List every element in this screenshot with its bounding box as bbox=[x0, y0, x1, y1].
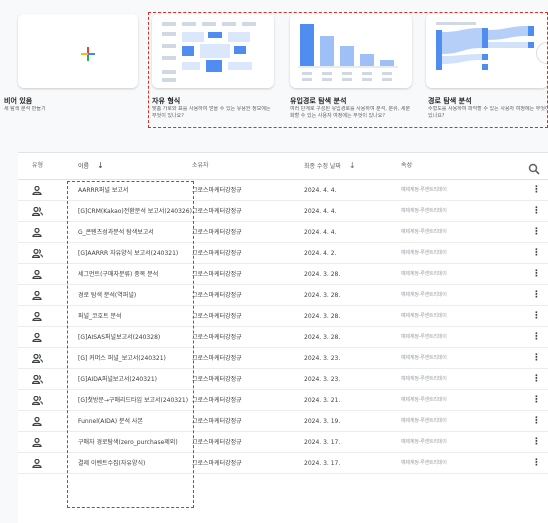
row-owner: 그로스마케터강정규 bbox=[192, 334, 242, 341]
row-date: 2024. 4. 2. bbox=[304, 250, 337, 257]
row-owner: 그로스마케터강정규 bbox=[192, 376, 242, 383]
row-property: 예제계정-루센트리데이 bbox=[401, 355, 447, 361]
person-icon bbox=[32, 438, 42, 447]
row-owner: 그로스마케터강정규 bbox=[192, 460, 242, 467]
person-icon bbox=[32, 312, 42, 321]
sort-arrow-icon: ↓ bbox=[348, 161, 356, 170]
template-title-blank: 비어 있음 bbox=[4, 97, 33, 105]
more-vert-icon[interactable]: ⋮ bbox=[532, 201, 540, 222]
row-owner: 그로스마케터강정규 bbox=[192, 292, 242, 299]
row-owner: 그로스마케터강정규 bbox=[192, 313, 242, 320]
row-property: 예제계정-루센트리데이 bbox=[401, 313, 447, 319]
person-icon bbox=[32, 459, 42, 468]
people-icon bbox=[32, 354, 43, 363]
people-icon bbox=[32, 207, 43, 216]
row-property: 예제계정-루센트리데이 bbox=[401, 250, 447, 256]
person-icon bbox=[32, 228, 42, 237]
row-property: 예제계정-루센트리데이 bbox=[401, 334, 447, 340]
row-property: 예제계정-루센트리데이 bbox=[401, 292, 447, 298]
row-date: 2024. 3. 19. bbox=[304, 418, 341, 425]
highlight-box-templates bbox=[148, 12, 548, 128]
row-date: 2024. 4. 4. bbox=[304, 208, 337, 215]
row-owner: 그로스마케터강정규 bbox=[192, 355, 242, 362]
row-property: 예제계정-루센트리데이 bbox=[401, 397, 447, 403]
row-date: 2024. 3. 23. bbox=[304, 355, 341, 362]
person-icon bbox=[32, 291, 42, 300]
more-vert-icon[interactable]: ⋮ bbox=[532, 348, 540, 369]
row-date: 2024. 3. 28. bbox=[304, 292, 341, 299]
blank-template-card[interactable] bbox=[18, 14, 138, 88]
row-date: 2024. 3. 21. bbox=[304, 397, 341, 404]
row-owner: 그로스마케터강정규 bbox=[192, 397, 242, 404]
plus-icon bbox=[81, 47, 95, 61]
row-date: 2024. 4. 4. bbox=[304, 187, 337, 194]
row-property: 예제계정-루센트리데이 bbox=[401, 187, 447, 193]
row-property: 예제계정-루센트리데이 bbox=[401, 460, 447, 466]
row-date: 2024. 3. 28. bbox=[304, 271, 341, 278]
col-name-label: 이름 bbox=[78, 163, 90, 170]
row-owner: 그로스마케터강정규 bbox=[192, 208, 242, 215]
more-vert-icon[interactable]: ⋮ bbox=[532, 390, 540, 411]
row-owner: 그로스마케터강정규 bbox=[192, 271, 242, 278]
search-icon[interactable] bbox=[528, 160, 540, 175]
col-type-header[interactable]: 유형 bbox=[32, 153, 43, 179]
more-vert-icon[interactable]: ⋮ bbox=[532, 453, 540, 474]
row-property: 예제계정-루센트리데이 bbox=[401, 229, 447, 235]
person-icon bbox=[32, 270, 42, 279]
row-owner: 그로스마케터강정규 bbox=[192, 250, 242, 257]
row-date: 2024. 3. 17. bbox=[304, 460, 341, 467]
row-date: 2024. 3. 28. bbox=[304, 334, 341, 341]
more-vert-icon[interactable]: ⋮ bbox=[532, 264, 540, 285]
row-date: 2024. 3. 17. bbox=[304, 439, 341, 446]
more-vert-icon[interactable]: ⋮ bbox=[532, 369, 540, 390]
row-owner: 그로스마케터강정규 bbox=[192, 418, 242, 425]
row-date: 2024. 3. 23. bbox=[304, 376, 341, 383]
template-desc-blank: 새 탐색 분석 만들기 bbox=[4, 106, 46, 112]
more-vert-icon[interactable]: ⋮ bbox=[532, 432, 540, 453]
row-owner: 그로스마케터강정규 bbox=[192, 187, 242, 194]
row-property: 예제계정-루센트리데이 bbox=[401, 271, 447, 277]
row-owner: 그로스마케터강정규 bbox=[192, 439, 242, 446]
people-icon bbox=[32, 396, 43, 405]
highlight-box-names bbox=[67, 181, 194, 508]
col-name-header[interactable]: 이름 ↓ bbox=[78, 153, 104, 179]
row-property: 예제계정-루센트리데이 bbox=[401, 208, 447, 214]
more-vert-icon[interactable]: ⋮ bbox=[532, 306, 540, 327]
people-icon bbox=[32, 375, 43, 384]
more-vert-icon[interactable]: ⋮ bbox=[532, 327, 540, 348]
sort-arrow-icon: ↓ bbox=[96, 161, 104, 170]
col-owner-header[interactable]: 소유자 bbox=[192, 153, 209, 179]
person-icon bbox=[32, 333, 42, 342]
more-vert-icon[interactable]: ⋮ bbox=[532, 243, 540, 264]
more-vert-icon[interactable]: ⋮ bbox=[532, 222, 540, 243]
people-icon bbox=[32, 249, 43, 258]
col-modified-header[interactable]: 최종 수정 날짜 ↓ bbox=[304, 153, 356, 179]
person-icon bbox=[32, 417, 42, 426]
row-property: 예제계정-루센트리데이 bbox=[401, 376, 447, 382]
row-date: 2024. 3. 28. bbox=[304, 313, 341, 320]
person-icon bbox=[32, 186, 42, 195]
col-property-header[interactable]: 속성 bbox=[401, 153, 412, 179]
row-property: 예제계정-루센트리데이 bbox=[401, 418, 447, 424]
row-date: 2024. 4. 4. bbox=[304, 229, 337, 236]
more-vert-icon[interactable]: ⋮ bbox=[532, 285, 540, 306]
explorations-table: 유형 이름 ↓ 소유자 최종 수정 날짜 ↓ 속성 AARRR퍼널 보고서 그로스… bbox=[18, 152, 548, 523]
row-owner: 그로스마케터강정규 bbox=[192, 229, 242, 236]
more-vert-icon[interactable]: ⋮ bbox=[532, 180, 540, 201]
more-vert-icon[interactable]: ⋮ bbox=[532, 411, 540, 432]
col-modified-label: 최종 수정 날짜 bbox=[304, 163, 341, 170]
template-gallery: 비어 있음 새 탐색 분석 만들기 자유 형식 맞춤 가로와 표를 사용하여 얻… bbox=[0, 0, 548, 140]
row-property: 예제계정-루센트리데이 bbox=[401, 439, 447, 445]
